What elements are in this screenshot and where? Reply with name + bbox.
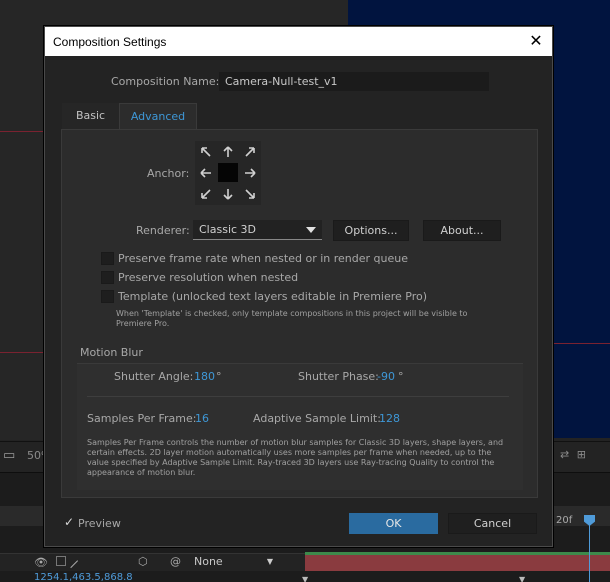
anchor-top-left-arrow-icon[interactable] <box>195 141 217 162</box>
anchor-left-arrow-icon[interactable] <box>195 162 217 183</box>
template-checkbox[interactable] <box>101 290 114 303</box>
preview-label[interactable]: Preview <box>78 517 121 530</box>
anchor-bottom-arrow-icon[interactable] <box>217 183 239 204</box>
divider <box>87 396 509 397</box>
preserve-frame-rate-label[interactable]: Preserve frame rate when nested or in re… <box>118 252 408 265</box>
anchor-bottom-right-arrow-icon[interactable] <box>239 183 261 204</box>
preserve-frame-rate-checkbox[interactable] <box>101 252 114 265</box>
renderer-select[interactable]: Classic 3D <box>193 220 322 240</box>
chevron-down-icon: ▼ <box>266 557 273 566</box>
close-icon[interactable]: ✕ <box>524 30 548 52</box>
preview-checkbox-checkmark-icon[interactable]: ✓ <box>64 516 76 528</box>
shutter-angle-value[interactable]: 180 <box>194 370 215 383</box>
template-note: When 'Template' is checked, only templat… <box>116 309 468 328</box>
ok-button[interactable]: OK <box>349 513 438 534</box>
dropdown-arrow-icon <box>306 227 316 233</box>
cube-icon[interactable]: ⬡ <box>138 555 148 568</box>
toolbar-right-icons[interactable]: ⇄ ⊞ <box>560 448 588 461</box>
anchor-grid <box>195 141 261 205</box>
preserve-resolution-checkbox[interactable] <box>101 271 114 284</box>
about-button[interactable]: About... <box>423 220 501 241</box>
template-label[interactable]: Template (unlocked text layers editable … <box>118 290 427 303</box>
motion-blur-heading: Motion Blur <box>80 346 143 359</box>
parent-select[interactable]: None ▼ <box>190 554 278 570</box>
shutter-phase-label: Shutter Phase: <box>298 370 379 383</box>
composition-name-label: Composition Name: <box>111 75 220 88</box>
anchor-center[interactable] <box>218 163 238 182</box>
options-button[interactable]: Options... <box>333 220 409 241</box>
renderer-value: Classic 3D <box>199 223 257 236</box>
in-point-marker-icon[interactable]: ▼ <box>302 575 308 582</box>
spiral-icon[interactable]: @ <box>170 555 181 568</box>
renderer-label: Renderer: <box>136 224 190 237</box>
layer-duration-bar[interactable] <box>305 555 610 571</box>
position-value[interactable]: 1254.1,463.5,868.8 <box>34 572 133 582</box>
cancel-button[interactable]: Cancel <box>448 513 537 534</box>
anchor-label: Anchor: <box>147 167 190 180</box>
monitor-icon[interactable]: ▭ <box>3 448 15 463</box>
shutter-angle-label: Shutter Angle: <box>114 370 194 383</box>
anchor-right-arrow-icon[interactable] <box>239 162 261 183</box>
degree-unit: ° <box>216 370 222 383</box>
adaptive-sample-limit-label: Adaptive Sample Limit: <box>253 412 381 425</box>
adaptive-sample-limit-value[interactable]: 128 <box>379 412 400 425</box>
anchor-bottom-left-arrow-icon[interactable] <box>195 183 217 204</box>
anchor-top-arrow-icon[interactable] <box>217 141 239 162</box>
anchor-top-right-arrow-icon[interactable] <box>239 141 261 162</box>
samples-per-frame-value[interactable]: 16 <box>195 412 209 425</box>
dialog-titlebar: Composition Settings ✕ <box>45 27 552 56</box>
frame-label: 20f <box>556 515 573 526</box>
safe-margin-line <box>553 343 610 344</box>
eye-icon[interactable]: 👁 <box>34 556 48 569</box>
safe-margin-line <box>0 352 45 353</box>
preserve-resolution-label[interactable]: Preserve resolution when nested <box>118 271 298 284</box>
samples-per-frame-label: Samples Per Frame: <box>87 412 197 425</box>
composition-name-input[interactable]: Camera-Null-test_v1 <box>219 72 489 91</box>
shutter-phase-value[interactable]: -90 <box>377 370 395 383</box>
safe-margin-line <box>0 131 45 132</box>
degree-unit: ° <box>398 370 404 383</box>
out-point-marker-icon[interactable]: ▼ <box>519 575 525 582</box>
dialog-title: Composition Settings <box>53 35 167 49</box>
tab-advanced[interactable]: Advanced <box>119 103 197 129</box>
motion-blur-note: Samples Per Frame controls the number of… <box>87 438 504 477</box>
composition-settings-dialog: Composition Settings ✕ Composition Name:… <box>44 26 553 547</box>
parent-value: None <box>194 555 223 568</box>
tab-basic[interactable]: Basic <box>62 103 119 129</box>
